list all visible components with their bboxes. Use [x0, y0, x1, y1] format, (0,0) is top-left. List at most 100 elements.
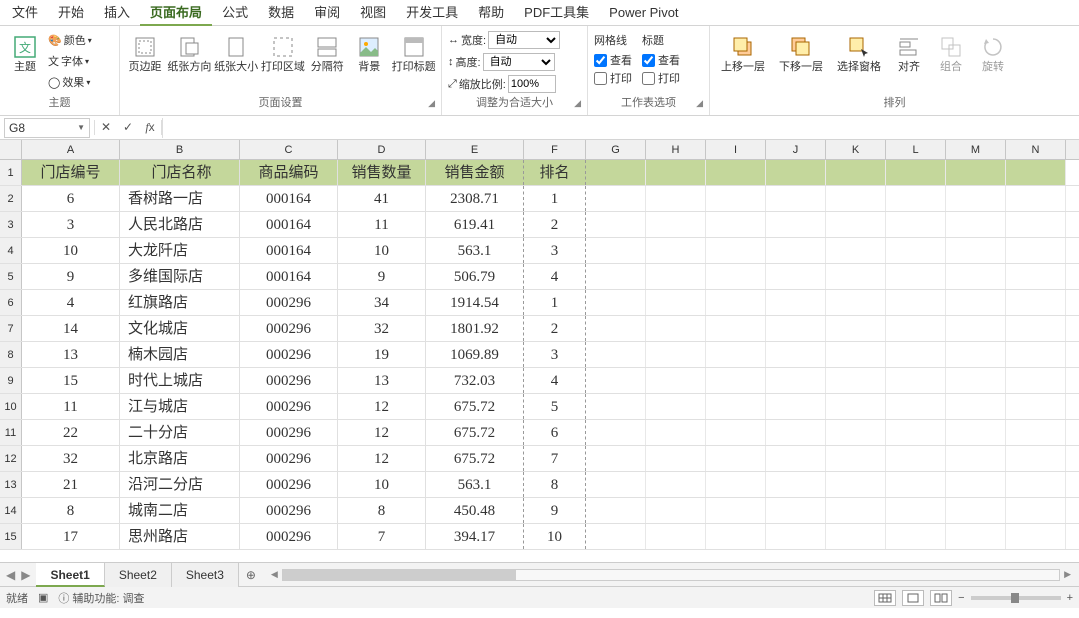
cell[interactable]: 675.72 — [426, 394, 524, 419]
cell[interactable] — [646, 264, 706, 289]
cell[interactable]: 34 — [338, 290, 426, 315]
cell[interactable] — [886, 498, 946, 523]
print-titles-button[interactable]: 打印标题 — [392, 30, 435, 77]
cell[interactable]: 商品编码 — [240, 160, 338, 185]
cell[interactable] — [826, 290, 886, 315]
cell[interactable] — [586, 160, 646, 185]
cell[interactable] — [886, 160, 946, 185]
cell[interactable]: 香树路一店 — [120, 186, 240, 211]
cell[interactable]: 12 — [338, 420, 426, 445]
cell[interactable] — [826, 238, 886, 263]
cell[interactable]: 多维国际店 — [120, 264, 240, 289]
cell[interactable] — [586, 368, 646, 393]
cell[interactable]: 11 — [22, 394, 120, 419]
cell[interactable]: 000296 — [240, 316, 338, 341]
cell[interactable] — [946, 368, 1006, 393]
cell[interactable] — [586, 446, 646, 471]
cell[interactable] — [946, 472, 1006, 497]
cell[interactable] — [586, 498, 646, 523]
cell[interactable]: 000296 — [240, 394, 338, 419]
cell[interactable]: 000296 — [240, 368, 338, 393]
cell[interactable]: 675.72 — [426, 446, 524, 471]
row-header-3[interactable]: 3 — [0, 212, 22, 237]
cell[interactable]: 22 — [22, 420, 120, 445]
row-header-5[interactable]: 5 — [0, 264, 22, 289]
row-header-10[interactable]: 10 — [0, 394, 22, 419]
cell[interactable] — [706, 238, 766, 263]
cell[interactable] — [766, 446, 826, 471]
cell[interactable] — [886, 212, 946, 237]
gridlines-print-checkbox[interactable]: 打印 — [594, 70, 632, 86]
cell[interactable]: 12 — [338, 446, 426, 471]
cell[interactable] — [946, 342, 1006, 367]
cell[interactable]: 000296 — [240, 524, 338, 549]
view-normal-button[interactable] — [874, 590, 896, 606]
cell[interactable]: 江与城店 — [120, 394, 240, 419]
menu-开始[interactable]: 开始 — [48, 0, 94, 26]
cell[interactable] — [826, 420, 886, 445]
height-combo[interactable]: 自动 — [483, 53, 555, 71]
cell[interactable]: 销售数量 — [338, 160, 426, 185]
cell[interactable] — [646, 446, 706, 471]
col-header-I[interactable]: I — [706, 140, 766, 159]
cell[interactable] — [826, 264, 886, 289]
cell[interactable]: 7 — [524, 446, 586, 471]
cell[interactable] — [706, 420, 766, 445]
cell[interactable]: 门店编号 — [22, 160, 120, 185]
cell[interactable]: 1 — [524, 290, 586, 315]
selection-pane-button[interactable]: 选择窗格 — [832, 30, 886, 77]
cell[interactable] — [946, 186, 1006, 211]
cell[interactable]: 排名 — [524, 160, 586, 185]
status-macro-icon[interactable]: ▣ — [38, 591, 48, 604]
cell[interactable] — [706, 264, 766, 289]
cell[interactable] — [706, 316, 766, 341]
cell[interactable] — [646, 472, 706, 497]
cell[interactable]: 销售金额 — [426, 160, 524, 185]
cell[interactable] — [646, 420, 706, 445]
cell[interactable] — [766, 524, 826, 549]
orientation-button[interactable]: 纸张方向 — [168, 30, 211, 77]
cell[interactable] — [646, 342, 706, 367]
cell[interactable] — [586, 264, 646, 289]
cell[interactable] — [826, 316, 886, 341]
cell[interactable] — [886, 316, 946, 341]
print-area-button[interactable]: 打印区域 — [262, 30, 305, 77]
cell[interactable]: 思州路店 — [120, 524, 240, 549]
cell[interactable]: 3 — [524, 342, 586, 367]
cell[interactable]: 000296 — [240, 342, 338, 367]
scale-input[interactable] — [508, 75, 556, 93]
col-header-G[interactable]: G — [586, 140, 646, 159]
cell[interactable]: 619.41 — [426, 212, 524, 237]
cell[interactable] — [766, 186, 826, 211]
cell[interactable] — [646, 186, 706, 211]
fx-button[interactable]: fx — [139, 120, 161, 135]
cell[interactable]: 394.17 — [426, 524, 524, 549]
cell[interactable]: 000296 — [240, 420, 338, 445]
cell[interactable] — [766, 368, 826, 393]
row-header-4[interactable]: 4 — [0, 238, 22, 263]
cell[interactable]: 4 — [22, 290, 120, 315]
cell[interactable] — [886, 264, 946, 289]
cell[interactable] — [946, 316, 1006, 341]
cell[interactable] — [646, 316, 706, 341]
cell[interactable] — [886, 342, 946, 367]
cell[interactable] — [946, 446, 1006, 471]
col-header-F[interactable]: F — [524, 140, 586, 159]
cell[interactable]: 8 — [524, 472, 586, 497]
group-button[interactable]: 组合 — [932, 30, 970, 77]
cell[interactable] — [706, 446, 766, 471]
cell[interactable] — [766, 342, 826, 367]
col-header-K[interactable]: K — [826, 140, 886, 159]
col-header-J[interactable]: J — [766, 140, 826, 159]
cell[interactable]: 10 — [22, 238, 120, 263]
row-header-15[interactable]: 15 — [0, 524, 22, 549]
cell[interactable] — [766, 212, 826, 237]
cell[interactable] — [766, 498, 826, 523]
menu-文件[interactable]: 文件 — [2, 0, 48, 26]
cell[interactable] — [1006, 264, 1066, 289]
cell[interactable] — [946, 524, 1006, 549]
cell[interactable]: 城南二店 — [120, 498, 240, 523]
col-header-L[interactable]: L — [886, 140, 946, 159]
cell[interactable] — [1006, 238, 1066, 263]
cell[interactable]: 563.1 — [426, 238, 524, 263]
